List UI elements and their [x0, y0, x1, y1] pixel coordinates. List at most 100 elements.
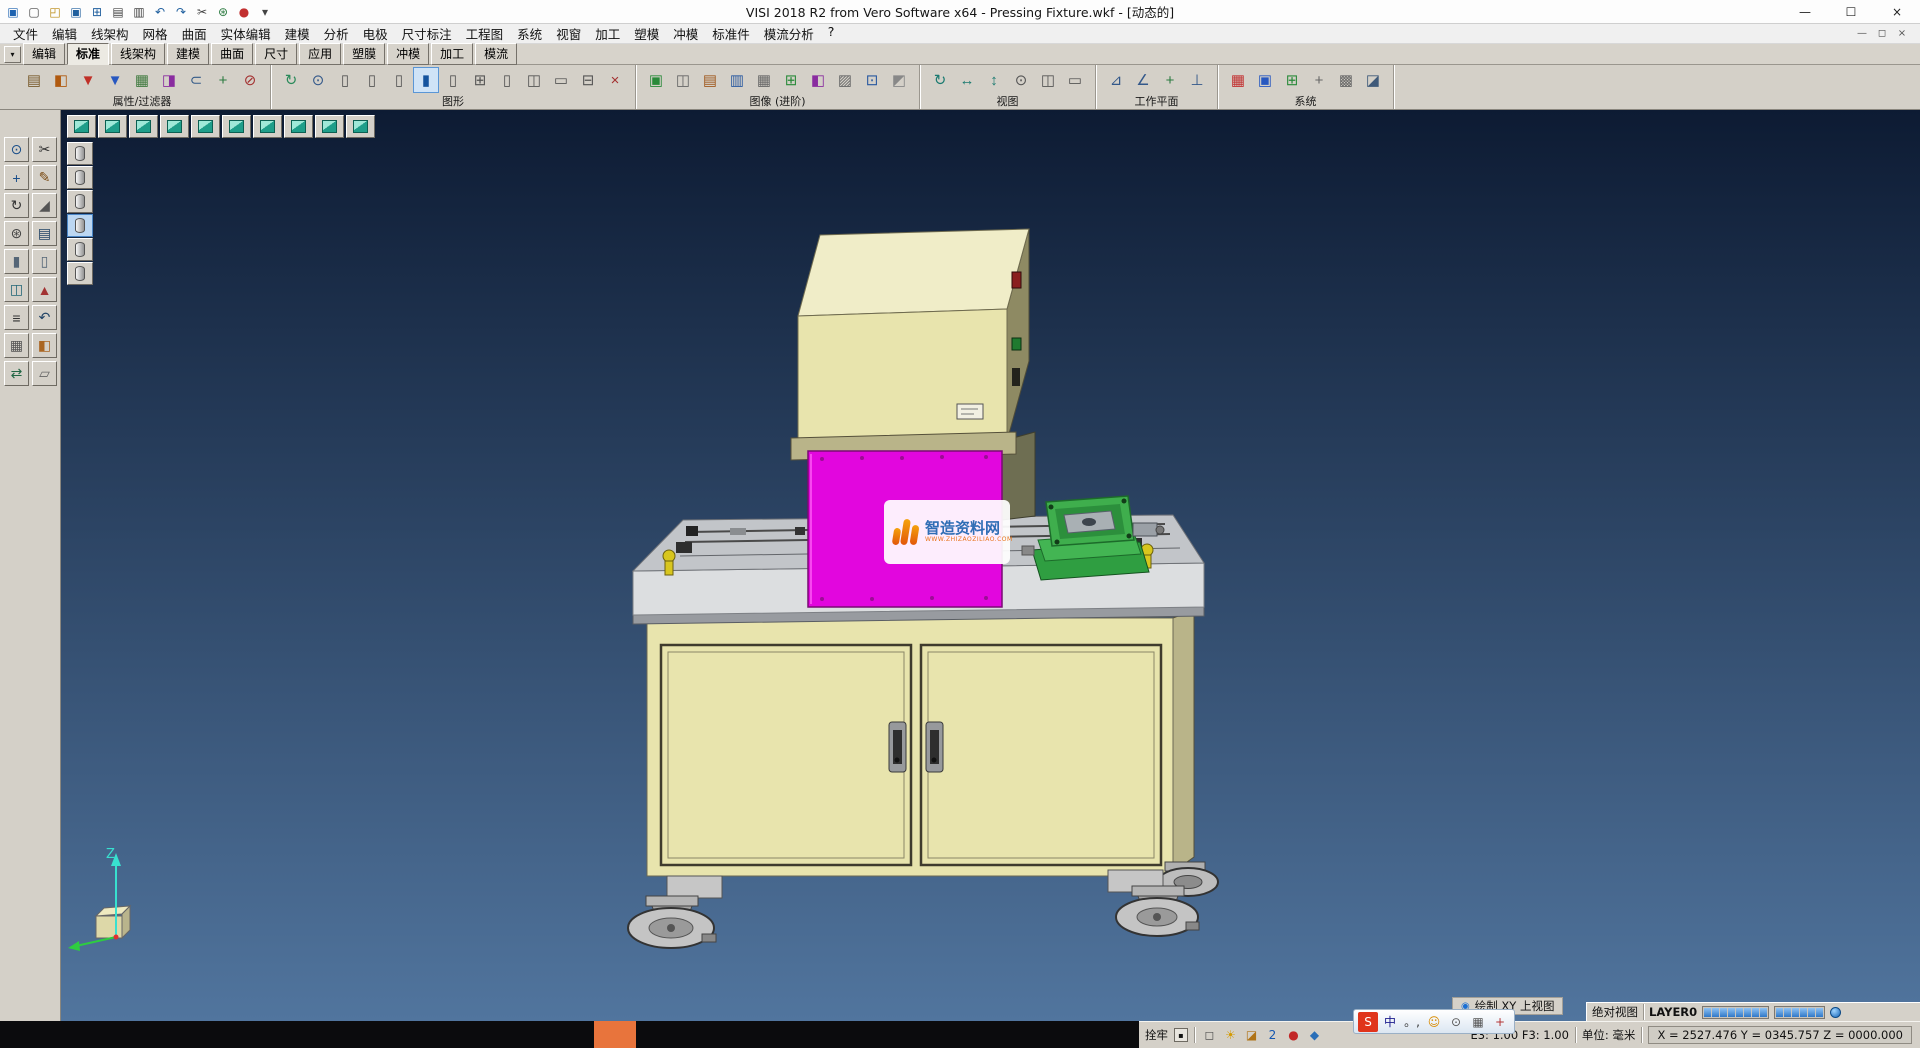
menu-item[interactable]: 电极 [356, 24, 395, 43]
render-icon[interactable]: ▣ [643, 67, 669, 93]
menu-item[interactable]: 编辑 [45, 24, 84, 43]
ribbon-tab[interactable]: 冲模 [387, 43, 429, 65]
view-front[interactable] [160, 115, 189, 138]
shadow-icon[interactable]: ▦ [751, 67, 777, 93]
menu-item[interactable]: 建模 [278, 24, 317, 43]
select-lock-icon[interactable]: ◻ [1201, 1027, 1218, 1044]
ribbon-tab[interactable]: 建模 [167, 43, 209, 65]
redo-icon[interactable]: ↷ [172, 3, 190, 21]
count-badge[interactable]: 2 [1264, 1027, 1281, 1044]
plane-pair-icon[interactable]: ◫ [521, 67, 547, 93]
background-icon[interactable]: ▨ [832, 67, 858, 93]
rotate-icon[interactable]: ↻ [4, 193, 29, 218]
taskbar-app-sliver[interactable] [594, 1021, 636, 1048]
shaded-mode-icon[interactable]: ▮ [413, 67, 439, 93]
zoom-view-icon[interactable]: ↕ [981, 67, 1007, 93]
cut-icon[interactable]: ✂ [193, 3, 211, 21]
menu-item[interactable]: 视窗 [549, 24, 588, 43]
active-layer-label[interactable]: LAYER0 [1649, 1005, 1697, 1019]
mdi-close-button[interactable]: × [1892, 28, 1912, 39]
properties-icon[interactable]: ▤ [21, 67, 47, 93]
display-transparent[interactable] [67, 238, 93, 261]
view-left[interactable] [222, 115, 251, 138]
save-all-icon[interactable]: ⊞ [88, 3, 106, 21]
workplane-angle-icon[interactable]: ∠ [1130, 67, 1156, 93]
erase-graphics-icon[interactable]: × [602, 67, 628, 93]
display-wireframe[interactable] [67, 142, 93, 165]
menu-item[interactable]: 尺寸标注 [395, 24, 459, 43]
menu-item[interactable]: 工程图 [459, 24, 511, 43]
ribbon-tab[interactable]: 标准 [67, 43, 109, 65]
layers-icon[interactable]: ≡ [4, 305, 29, 330]
viewport[interactable]: Z 智造资料网 WWW.ZHIZAOZILIAO.COM [0, 110, 1920, 1021]
minimize-button[interactable]: — [1782, 0, 1828, 23]
tone-icon[interactable]: ◧ [805, 67, 831, 93]
machine-model[interactable]: Z [0, 110, 1920, 1021]
view-top[interactable] [98, 115, 127, 138]
undo-view-icon[interactable]: ↶ [32, 305, 57, 330]
close-button[interactable]: × [1874, 0, 1920, 23]
grid-icon[interactable]: ▦ [4, 333, 29, 358]
cut-entity-icon[interactable]: ✂ [32, 137, 57, 162]
note-icon[interactable]: ▱ [32, 361, 57, 386]
ribbon-tab[interactable]: 加工 [431, 43, 473, 65]
center-view-icon[interactable]: ⊙ [1008, 67, 1034, 93]
view-back[interactable] [191, 115, 220, 138]
ghost-mode-icon[interactable]: ▯ [440, 67, 466, 93]
add-select-icon[interactable]: + [210, 67, 236, 93]
mask-icon[interactable]: ◩ [886, 67, 912, 93]
record-dot-icon[interactable]: ● [1285, 1027, 1302, 1044]
qat-more-icon[interactable]: ▾ [256, 3, 274, 21]
zoom-icon[interactable]: ⊙ [4, 137, 29, 162]
folder-icon[interactable]: ◪ [1243, 1027, 1260, 1044]
color-filter-icon[interactable]: ◨ [156, 67, 182, 93]
view-iso-se[interactable] [346, 115, 375, 138]
tab-menu-button[interactable]: ▾ [4, 46, 21, 63]
hidden-line-icon[interactable]: ▯ [359, 67, 385, 93]
workplane-3pt-icon[interactable]: ⊿ [1103, 67, 1129, 93]
record-icon[interactable]: ● [235, 3, 253, 21]
workplane-new-icon[interactable]: + [1157, 67, 1183, 93]
document-icon[interactable]: ▯ [32, 249, 57, 274]
display-hidden-line[interactable] [67, 166, 93, 189]
ime-keyboard[interactable]: ▦ [1468, 1012, 1488, 1032]
undo-icon[interactable]: ↶ [151, 3, 169, 21]
system-calculator-icon[interactable]: ⊞ [1279, 67, 1305, 93]
solid-icon[interactable]: ▮ [4, 249, 29, 274]
ribbon-tab[interactable]: 编辑 [23, 43, 65, 65]
plane-icon[interactable]: ◫ [4, 277, 29, 302]
ime-mode-chinese[interactable]: 中 [1380, 1012, 1400, 1032]
flat-view-icon[interactable]: ▭ [548, 67, 574, 93]
ime-mic[interactable]: ⊙ [1446, 1012, 1466, 1032]
workplane-normal-icon[interactable]: ⊥ [1184, 67, 1210, 93]
light-icon[interactable]: ☀ [1222, 1027, 1239, 1044]
camera-icon[interactable]: ⊞ [778, 67, 804, 93]
ribbon-tab[interactable]: 线架构 [111, 43, 165, 65]
menu-item[interactable]: 系统 [510, 24, 549, 43]
paint-attributes-icon[interactable]: ◧ [48, 67, 74, 93]
flag-icon[interactable]: ▲ [32, 277, 57, 302]
view-iso[interactable] [67, 115, 96, 138]
info-icon[interactable]: ◆ [1306, 1027, 1323, 1044]
display-shaded[interactable] [67, 190, 93, 213]
mdi-restore-button[interactable]: ◻ [1872, 28, 1892, 39]
dashed-hidden-icon[interactable]: ▯ [386, 67, 412, 93]
gear-icon[interactable]: ⊛ [4, 221, 29, 246]
wireframe-icon[interactable]: ▯ [332, 67, 358, 93]
app-icon[interactable]: ▣ [4, 3, 22, 21]
system-config-icon[interactable]: ◪ [1360, 67, 1386, 93]
lighting-icon[interactable]: ▥ [724, 67, 750, 93]
pin-toggle[interactable]: ▪ [1174, 1028, 1188, 1042]
ribbon-tab[interactable]: 尺寸 [255, 43, 297, 65]
preview-icon[interactable]: ▥ [130, 3, 148, 21]
menu-item[interactable]: 线架构 [84, 24, 136, 43]
windows-taskbar[interactable] [0, 1021, 1139, 1048]
maximize-button[interactable]: ☐ [1828, 0, 1874, 23]
snap-icon[interactable]: + [4, 165, 29, 190]
ribbon-tab[interactable]: 模流 [475, 43, 517, 65]
display-section[interactable] [67, 262, 93, 285]
new-file-icon[interactable]: ▢ [25, 3, 43, 21]
rotate-view-icon[interactable]: ↻ [927, 67, 953, 93]
print-icon[interactable]: ▤ [109, 3, 127, 21]
menu-item[interactable]: 塑模 [627, 24, 666, 43]
